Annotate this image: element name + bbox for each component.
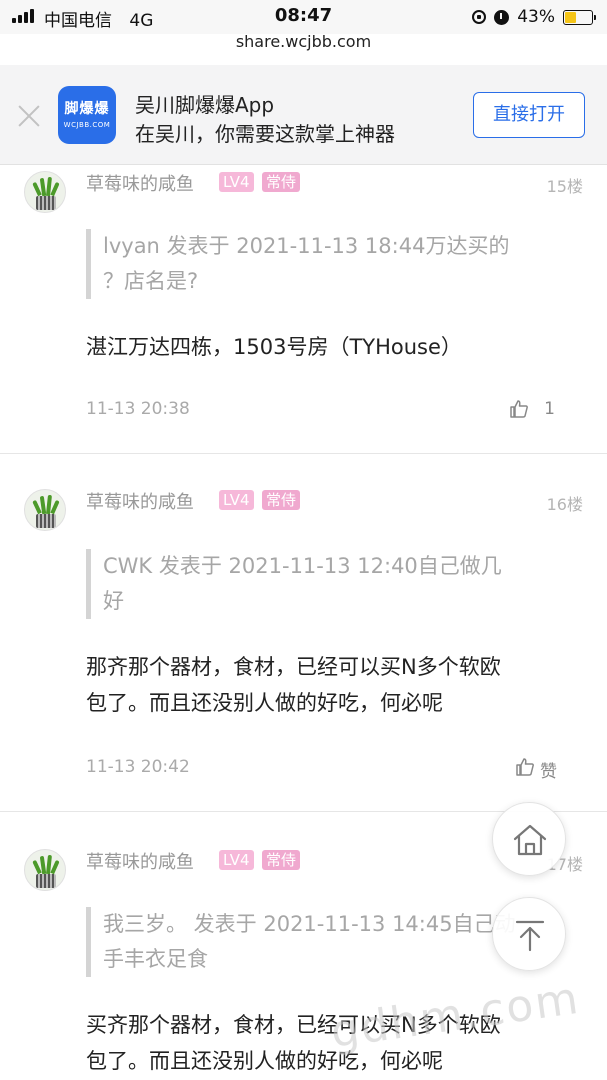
close-icon[interactable]: [14, 101, 44, 131]
floor-number: 15楼: [546, 177, 583, 196]
comment-username[interactable]: 草莓味的咸鱼: [86, 488, 194, 514]
avatar[interactable]: [24, 489, 66, 531]
comment-item: 草莓味的咸鱼 LV4 常侍 15楼 lvyan 发表于 2021-11-13 1…: [0, 165, 607, 453]
comment-time: 11-13 20:42: [86, 757, 190, 777]
home-icon: [513, 824, 547, 856]
quote-line: ？店名是?: [103, 269, 199, 293]
thumbs-up-icon[interactable]: [509, 399, 529, 419]
app-download-banner: 脚爆爆 WCJBB.COM 吴川脚爆爆App 在吴川，你需要这款掌上神器 直接打…: [0, 65, 607, 165]
like-button-label[interactable]: 赞: [540, 757, 557, 782]
home-button[interactable]: [492, 802, 566, 876]
url-bar[interactable]: share.wcjbb.com: [0, 32, 607, 51]
comment-body-line: 湛江万达四栋，1503号房（TYHouse）: [86, 335, 462, 359]
quoted-reply: lvyan 发表于 2021-11-13 18:44万达买的 ？店名是?: [86, 229, 566, 299]
level-badge: LV4: [219, 850, 254, 870]
thumbs-up-icon[interactable]: [515, 757, 535, 777]
like-count[interactable]: 1: [544, 399, 555, 419]
avatar[interactable]: [24, 171, 66, 213]
comment-username[interactable]: 草莓味的咸鱼: [86, 848, 194, 874]
role-badge: 常侍: [262, 172, 301, 192]
role-badge: 常侍: [262, 850, 301, 870]
level-badge: LV4: [219, 172, 254, 192]
status-bar: 中国电信 4G 08:47 43%: [0, 0, 607, 34]
app-logo: 脚爆爆 WCJBB.COM: [58, 86, 116, 144]
comment-body: 湛江万达四栋，1503号房（TYHouse）: [86, 329, 586, 365]
comment-item: 草莓味的咸鱼 LV4 常侍 16楼 CWK 发表于 2021-11-13 12:…: [0, 453, 607, 811]
app-logo-text: 脚爆爆: [64, 101, 110, 117]
comment-body-line: 买齐那个器材，食材，已经可以买N多个软欧: [86, 1013, 501, 1037]
level-badge: LV4: [219, 490, 254, 510]
comment-username[interactable]: 草莓味的咸鱼: [86, 170, 194, 196]
avatar[interactable]: [24, 849, 66, 891]
comment-body: 买齐那个器材，食材，已经可以买N多个软欧 包了。而且还没别人做的好吃，何必呢: [86, 1007, 586, 1079]
battery-icon: [563, 9, 596, 25]
status-indicators: 43%: [472, 6, 596, 28]
comment-time: 11-13 20:38: [86, 399, 190, 419]
quote-line: 好: [103, 589, 124, 613]
comment-body-line: 那齐那个器材，食材，已经可以买N多个软欧: [86, 655, 501, 679]
quote-line: CWK 发表于 2021-11-13 12:40自己做几: [103, 554, 502, 578]
floor-number: 16楼: [546, 495, 583, 514]
banner-subtitle: 在吴川，你需要这款掌上神器: [135, 122, 395, 146]
open-app-button[interactable]: 直接打开: [473, 92, 585, 138]
quote-line: lvyan 发表于 2021-11-13 18:44万达买的: [103, 234, 510, 258]
app-logo-domain: WCJBB.COM: [63, 121, 111, 129]
divider: [0, 453, 607, 454]
battery-percent: 43%: [517, 7, 555, 27]
orientation-lock-icon: [472, 10, 487, 24]
back-to-top-icon: [515, 920, 545, 952]
role-badge: 常侍: [262, 490, 301, 510]
battery-fill: [565, 11, 577, 23]
comment-body: 那齐那个器材，食材，已经可以买N多个软欧 包了。而且还没别人做的好吃，何必呢: [86, 649, 586, 721]
alarm-icon: [494, 9, 510, 25]
banner-title: 吴川脚爆爆App: [135, 93, 275, 117]
comment-body-line: 包了。而且还没别人做的好吃，何必呢: [86, 691, 443, 715]
back-to-top-button[interactable]: [492, 897, 566, 971]
comment-body-line: 包了。而且还没别人做的好吃，何必呢: [86, 1049, 443, 1073]
quoted-reply: CWK 发表于 2021-11-13 12:40自己做几 好: [86, 549, 566, 619]
